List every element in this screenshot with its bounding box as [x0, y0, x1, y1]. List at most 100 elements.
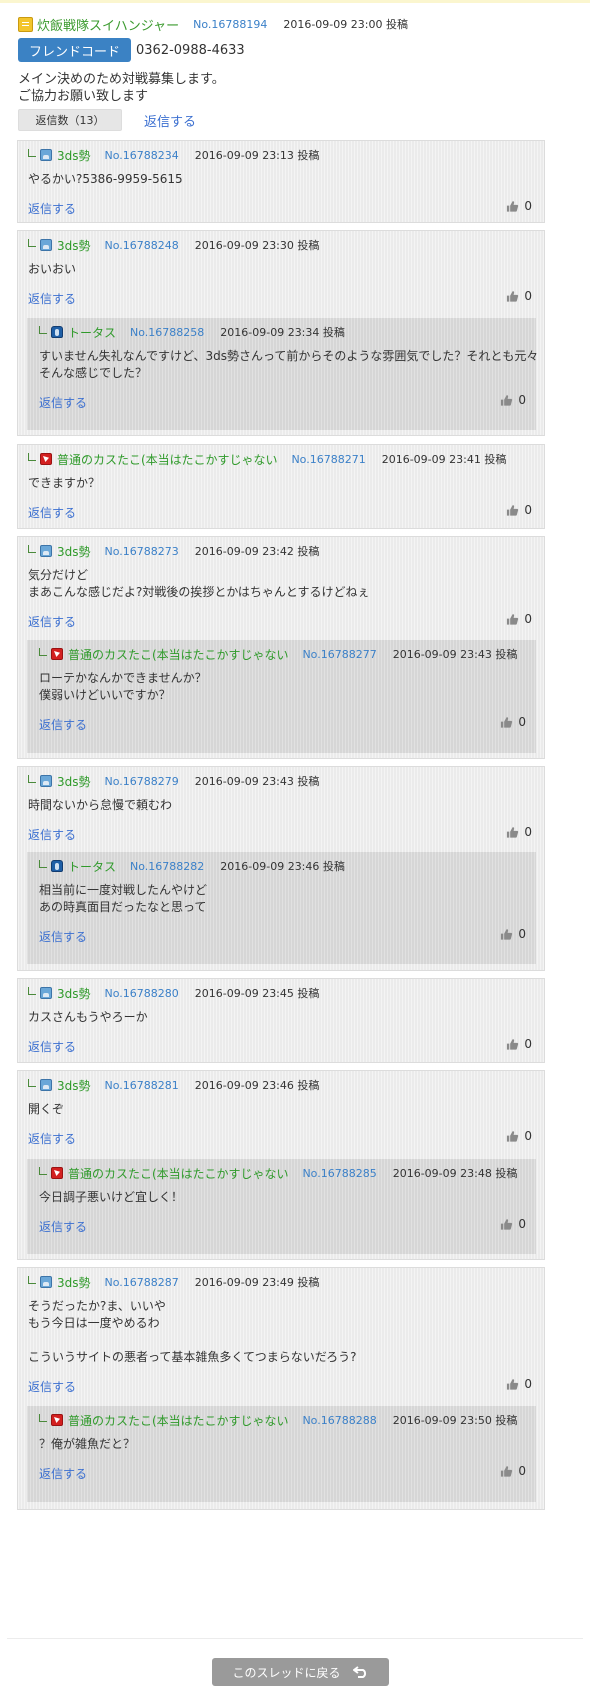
reply-link[interactable]: 返信する	[28, 826, 76, 843]
reply-indent-icon	[28, 239, 36, 247]
nested-reply-card: 普通のカスたこ(本当はたこかすじゃない No.16788277 2016-09-09…	[27, 640, 536, 753]
reply-author-name[interactable]: 普通のカスたこ(本当はたこかすじゃない	[68, 1412, 288, 1429]
like-button[interactable]: 0	[506, 612, 532, 626]
like-count: 0	[524, 1037, 532, 1051]
reply-header: 3ds勢 No.16788287 2016-09-09 23:49 投稿	[28, 1274, 319, 1290]
reply-author-name[interactable]: 3ds勢	[57, 985, 91, 1002]
reply-author-name[interactable]: 普通のカスたこ(本当はたこかすじゃない	[68, 646, 288, 663]
back-to-thread-button[interactable]: このスレッドに戻る	[212, 1658, 389, 1686]
reply-body: すいません失礼なんですけど、3ds勢さんって前からそのような雰囲気でした？それと…	[39, 348, 538, 382]
like-count: 0	[518, 1217, 526, 1231]
top-border	[0, 0, 590, 3]
reply-post-number[interactable]: No.16788279	[105, 775, 179, 788]
reply-post-number[interactable]: No.16788277	[302, 648, 376, 661]
reply-indent-icon	[39, 1414, 47, 1422]
reply-indent-icon	[28, 149, 36, 157]
reply-link[interactable]: 返信する	[28, 1130, 76, 1147]
reply-link[interactable]: 返信する	[39, 1465, 87, 1482]
reply-post-number[interactable]: No.16788273	[105, 545, 179, 558]
reply-author-name[interactable]: トータス	[68, 324, 116, 341]
reply-author-name[interactable]: 3ds勢	[57, 1274, 91, 1291]
like-button[interactable]: 0	[500, 1464, 526, 1478]
like-button[interactable]: 0	[500, 715, 526, 729]
reply-post-number[interactable]: No.16788281	[105, 1079, 179, 1092]
reply-link[interactable]: 返信する	[28, 504, 76, 521]
thumbs-up-icon	[507, 290, 519, 302]
reply-link[interactable]: 返信する	[39, 394, 87, 411]
reply-link[interactable]: 返信する	[28, 1378, 76, 1395]
reply-count-row: 返信数（13） 返信する	[18, 109, 196, 131]
reply-body-line: そうだったか?ま、いいや	[28, 1299, 166, 1313]
reply-post-date: 2016-09-09 23:42 投稿	[194, 545, 320, 558]
reply-post-date: 2016-09-09 23:45 投稿	[194, 987, 320, 1000]
reply-post-number[interactable]: No.16788234	[105, 149, 179, 162]
reply-indent-icon	[39, 648, 47, 656]
reply-author-name[interactable]: トータス	[68, 858, 116, 875]
reply-link[interactable]: 返信する	[28, 290, 76, 307]
main-author-name[interactable]: 炊飯戦隊スイハンジャー	[37, 15, 179, 34]
thumbs-up-icon	[507, 200, 519, 212]
main-post-body: メイン決めのため対戦募集します。 ご協力お願い致します	[18, 71, 225, 105]
reply-body-line: 気分だけど	[28, 568, 89, 582]
reply-post-number[interactable]: No.16788271	[291, 453, 365, 466]
reply-link[interactable]: 返信する	[39, 928, 87, 945]
like-button[interactable]: 0	[500, 927, 526, 941]
reply-indent-icon	[28, 1079, 36, 1087]
reply-post-number[interactable]: No.16788282	[130, 860, 204, 873]
like-button[interactable]: 0	[506, 199, 532, 213]
reply-link[interactable]: 返信する	[28, 200, 76, 217]
reply-author-name[interactable]: 3ds勢	[57, 147, 91, 164]
like-button[interactable]: 0	[506, 289, 532, 303]
reply-link[interactable]: 返信する	[28, 613, 76, 630]
like-button[interactable]: 0	[500, 1217, 526, 1231]
reply-body-line: こういうサイトの悪者って基本雑魚多くてつまらないだろう?	[28, 1350, 357, 1364]
reply-card: 3ds勢 No.16788280 2016-09-09 23:45 投稿 カスさんもう…	[17, 978, 545, 1063]
reply-body-line: ローテかなんかできませんか？	[39, 671, 207, 685]
reply-link[interactable]: 返信する	[39, 716, 87, 733]
main-post-number[interactable]: No.16788194	[193, 18, 267, 31]
reply-link[interactable]: 返信する	[28, 1038, 76, 1055]
3ds-icon	[40, 987, 52, 999]
like-button[interactable]: 0	[500, 393, 526, 407]
reply-post-number[interactable]: No.16788285	[302, 1167, 376, 1180]
like-count: 0	[518, 715, 526, 729]
thread-icon	[18, 16, 33, 32]
reply-body: 開くぞ	[28, 1101, 64, 1118]
reply-author-name[interactable]: 3ds勢	[57, 237, 91, 254]
reply-body-line: 相当前に一度対戦したんやけど	[39, 883, 208, 897]
reply-post-number[interactable]: No.16788248	[105, 239, 179, 252]
reply-body-line: 時間ないから怠慢で頼むわ	[28, 798, 173, 812]
reply-link[interactable]: 返信する	[39, 1218, 87, 1235]
reply-body: ローテかなんかできませんか？ 僕弱いけどいいですか？	[39, 670, 207, 704]
reply-header: 3ds勢 No.16788281 2016-09-09 23:46 投稿	[28, 1077, 319, 1093]
reply-indent-icon	[39, 860, 47, 868]
reply-author-name[interactable]: 3ds勢	[57, 543, 91, 560]
friend-code-value: 0362-0988-4633	[136, 42, 245, 58]
reply-body-line: もう今日は一度やめるわ	[28, 1316, 160, 1330]
thumbs-up-icon	[501, 1218, 513, 1230]
reply-body-line: すいません失礼なんですけど、3ds勢さんって前からそのような雰囲気でした？それと…	[39, 349, 539, 363]
like-button[interactable]: 0	[506, 825, 532, 839]
like-button[interactable]: 0	[506, 1037, 532, 1051]
reply-indent-icon	[28, 987, 36, 995]
reply-author-name[interactable]: 普通のカスたこ(本当はたこかすじゃない	[57, 451, 277, 468]
reply-count-button[interactable]: 返信数（13）	[18, 109, 122, 131]
thumbs-up-icon	[507, 826, 519, 838]
like-button[interactable]: 0	[506, 1377, 532, 1391]
like-button[interactable]: 0	[506, 1129, 532, 1143]
reply-post-number[interactable]: No.16788288	[302, 1414, 376, 1427]
reply-post-number[interactable]: No.16788287	[105, 1276, 179, 1289]
reply-author-name[interactable]: 3ds勢	[57, 773, 91, 790]
reply-header: 3ds勢 No.16788248 2016-09-09 23:30 投稿	[28, 237, 319, 253]
kasu-icon	[51, 1414, 63, 1426]
like-count: 0	[524, 612, 532, 626]
kasu-icon	[51, 648, 63, 660]
reply-post-number[interactable]: No.16788258	[130, 326, 204, 339]
reply-author-name[interactable]: 3ds勢	[57, 1077, 91, 1094]
reply-post-date: 2016-09-09 23:48 投稿	[392, 1167, 518, 1180]
main-reply-link[interactable]: 返信する	[144, 111, 196, 130]
reply-post-number[interactable]: No.16788280	[105, 987, 179, 1000]
like-button[interactable]: 0	[506, 503, 532, 517]
reply-author-name[interactable]: 普通のカスたこ(本当はたこかすじゃない	[68, 1165, 288, 1182]
reply-body: できますか？	[28, 475, 100, 492]
